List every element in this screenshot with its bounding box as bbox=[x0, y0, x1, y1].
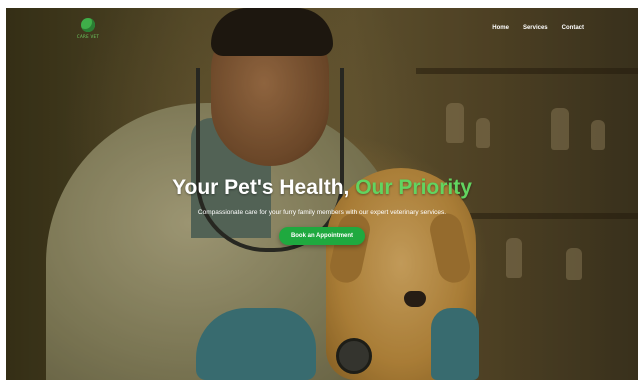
nav-item-home[interactable]: Home bbox=[492, 25, 509, 31]
top-nav: Home Services Contact bbox=[492, 25, 584, 31]
brand-logo[interactable]: CARE VET bbox=[74, 18, 102, 39]
nav-item-services[interactable]: Services bbox=[523, 25, 548, 31]
hero-content: Your Pet's Health, Our Priority Compassi… bbox=[0, 176, 644, 245]
paw-heart-icon bbox=[81, 18, 95, 32]
hero-title-accent: Our Priority bbox=[355, 176, 472, 199]
hero-title: Your Pet's Health, Our Priority bbox=[0, 176, 644, 200]
book-appointment-button[interactable]: Book an Appointment bbox=[278, 227, 366, 245]
nav-item-contact[interactable]: Contact bbox=[562, 25, 584, 31]
hero-title-main: Your Pet's Health, bbox=[172, 176, 356, 199]
hero-subtitle: Compassionate care for your furry family… bbox=[197, 209, 447, 216]
brand-name: CARE VET bbox=[76, 34, 100, 39]
